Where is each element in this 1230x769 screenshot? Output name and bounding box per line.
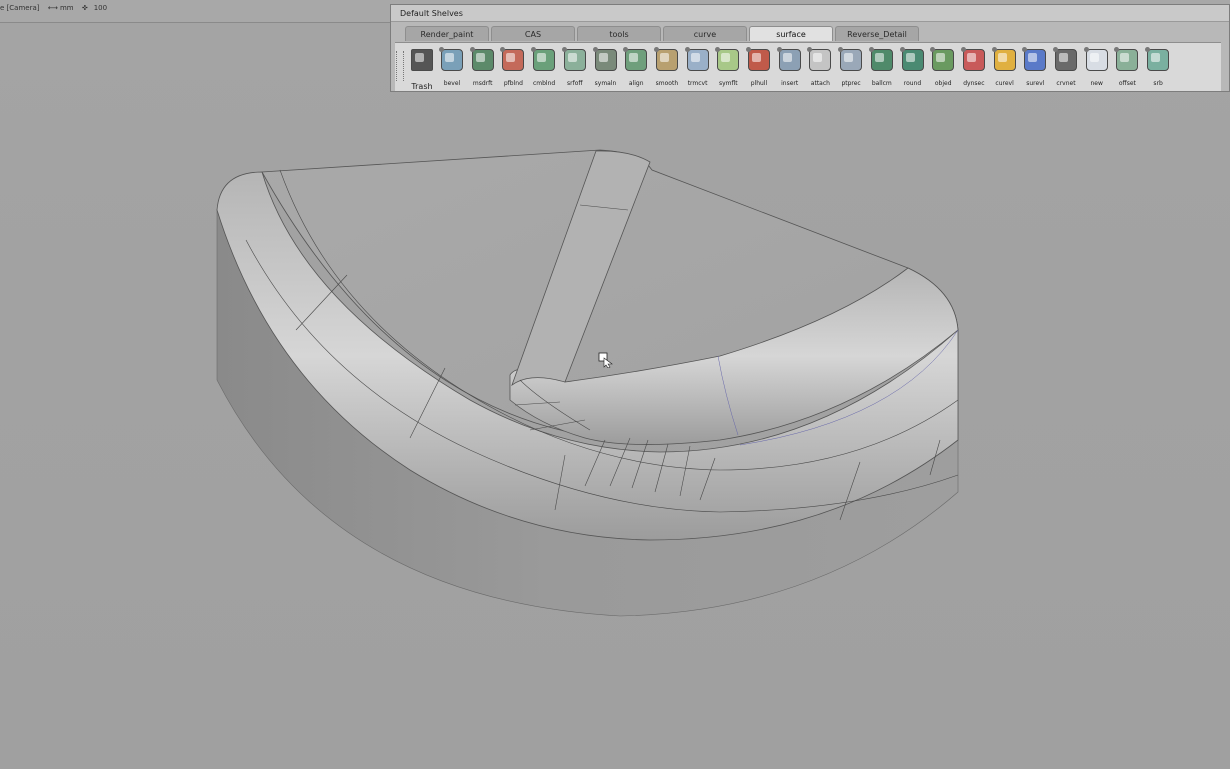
option-box-icon[interactable] [439, 47, 444, 52]
option-box-icon[interactable] [899, 47, 905, 52]
option-box-icon[interactable] [746, 47, 751, 52]
insert-icon [778, 49, 801, 71]
grid-label[interactable]: 100 [94, 4, 107, 12]
curve-eval-icon [993, 49, 1016, 71]
modeling-viewport[interactable] [0, 0, 1230, 769]
bevel-icon [441, 49, 463, 71]
surface-model[interactable] [0, 0, 1230, 769]
object-edit-icon [932, 49, 955, 71]
units-label[interactable]: ⟷ mm [48, 4, 74, 12]
round-icon [901, 49, 924, 71]
option-box-icon[interactable] [469, 47, 475, 52]
option-box-icon[interactable] [868, 47, 874, 52]
shelf-toolbar: Trash bevel msdrft pfblnd cmblnd srfoff symal… [395, 42, 1221, 91]
option-box-icon[interactable] [592, 47, 598, 52]
tab-cas[interactable]: CAS [491, 26, 575, 41]
tool-label: srb [1153, 80, 1163, 87]
surface-offset-icon [563, 49, 586, 71]
curve-network-icon [1055, 49, 1077, 71]
option-box-icon[interactable] [1053, 47, 1058, 52]
shelf-tabs: Render_paint CAS tools curve surface Reverse_… [405, 26, 921, 42]
camera-label[interactable]: e [Camera] [0, 4, 39, 12]
surface-eval-icon [1024, 49, 1047, 71]
option-box-icon[interactable] [684, 47, 690, 52]
option-box-icon[interactable] [991, 47, 997, 52]
surface-rebuild-icon [1147, 49, 1170, 71]
symmetric-align-icon [594, 49, 617, 71]
option-box-icon[interactable] [1083, 47, 1089, 52]
option-box-icon[interactable] [561, 47, 567, 52]
tab-tools[interactable]: tools [577, 26, 661, 41]
attach-icon [809, 49, 832, 71]
tab-reverse-detail[interactable]: Reverse_Detail [835, 26, 919, 41]
grid-icon: ✜ [81, 4, 88, 12]
ball-corner-icon [870, 49, 893, 71]
shelf-title: Default Shelves [391, 5, 1229, 22]
srb-tool-button[interactable]: srb [1143, 46, 1173, 90]
draft-icon [471, 49, 494, 71]
shelf-drag-handle[interactable] [396, 51, 404, 81]
tab-render-paint[interactable]: Render_paint [405, 26, 489, 41]
symmetric-fillet-icon [717, 49, 740, 71]
option-box-icon[interactable] [960, 47, 966, 52]
profile-blend-icon [502, 49, 525, 71]
option-box-icon[interactable] [653, 47, 659, 52]
shelf-panel: Default Shelves Render_paint CAS tools curv… [390, 4, 1230, 92]
point-precision-icon [840, 49, 863, 71]
offset-icon [1116, 49, 1139, 71]
new-icon [1085, 49, 1108, 71]
blend-icon [533, 49, 556, 71]
mouse-cursor-icon [598, 352, 613, 368]
tab-curve[interactable]: curve [663, 26, 747, 41]
dynamic-section-icon [962, 49, 985, 71]
align-icon [625, 49, 648, 71]
tab-surface[interactable]: surface [749, 26, 833, 41]
trim-convert-icon [686, 49, 709, 71]
plane-hull-icon [748, 49, 770, 71]
smooth-icon [655, 49, 678, 71]
option-box-icon[interactable] [776, 47, 782, 52]
trash-icon [411, 49, 433, 71]
